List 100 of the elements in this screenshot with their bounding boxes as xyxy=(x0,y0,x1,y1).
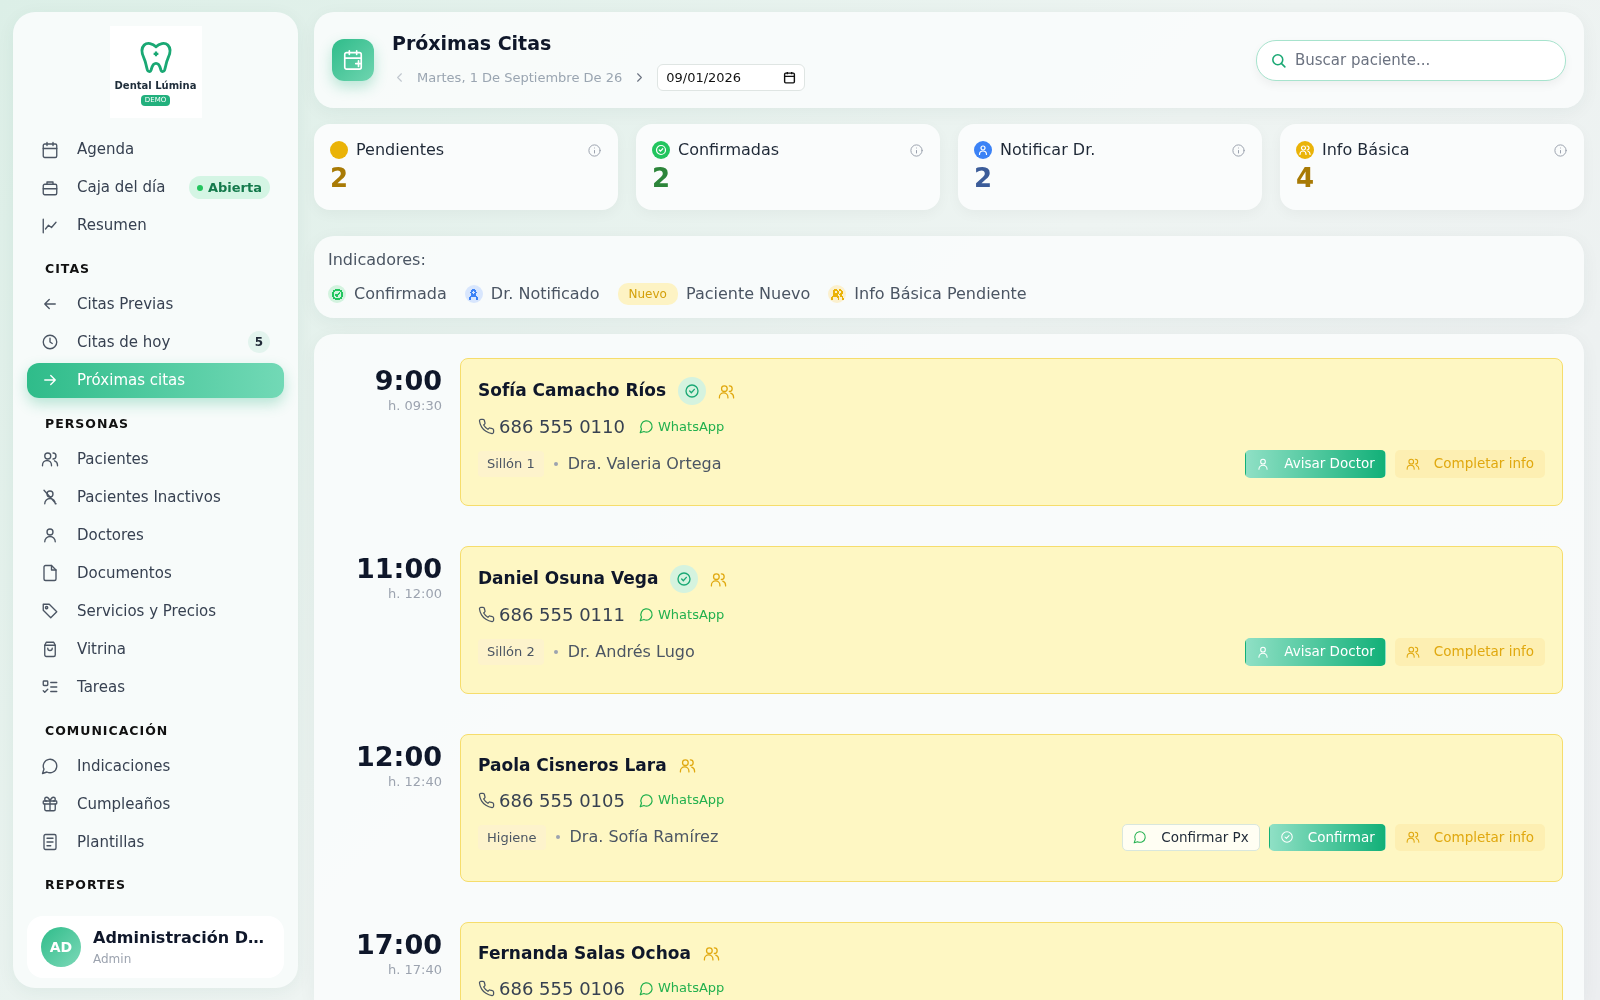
user-card[interactable]: AD Administración D… Admin xyxy=(27,916,284,978)
legend-label: Paciente Nuevo xyxy=(685,283,811,305)
users-icon xyxy=(1405,644,1420,659)
chat-bubble-icon xyxy=(1133,830,1148,845)
patient-name: Daniel Osuna Vega xyxy=(478,567,659,591)
chat-bubble-icon xyxy=(638,980,654,996)
stat-label: Pendientes xyxy=(356,139,445,161)
new-tag: Nuevo xyxy=(617,283,678,305)
sidebar-item[interactable]: Agenda xyxy=(27,132,284,167)
calendar-plus-icon xyxy=(332,39,374,81)
chair-tag: Sillón 2 xyxy=(478,639,544,665)
avatar: AD xyxy=(41,927,81,967)
clock-icon xyxy=(41,333,59,352)
phone-icon xyxy=(478,418,495,435)
end-time: h. 09:30 xyxy=(387,396,442,415)
sidebar-item[interactable]: Resumen xyxy=(27,208,284,243)
stat-label: Confirmadas xyxy=(678,139,780,161)
appointment-card[interactable]: Paola Cisneros Lara 686 555 0105 WhatsApp Higiene Dra. Sofía Ramírez Confirmar Px Confirmar Completar info xyxy=(460,734,1563,882)
phone-number: 686 555 0105 xyxy=(499,788,625,813)
sidebar-item[interactable]: Cumpleaños xyxy=(27,786,284,822)
section-heading: PERSONAS xyxy=(44,414,131,433)
stat-value: 2 xyxy=(974,164,994,193)
legend-label: Dr. Notificado xyxy=(490,283,600,305)
sidebar-item[interactable]: Vitrina xyxy=(27,631,284,667)
legend-label: Info Básica Pendiente xyxy=(854,283,1027,305)
chat-bubble-icon xyxy=(638,607,654,622)
user-name: Administración D… xyxy=(93,927,264,949)
legend-title: Indicadores: xyxy=(328,249,427,271)
phone-number: 686 555 0110 xyxy=(499,415,625,439)
sidebar-item[interactable]: Citas de hoy 5 xyxy=(27,324,284,360)
end-time: h. 17:40 xyxy=(387,960,442,979)
stat-value: 2 xyxy=(652,164,672,193)
appointment-time: 12:00 xyxy=(355,742,442,772)
sidebar-item[interactable]: Indicaciones xyxy=(27,748,284,784)
checklist-icon xyxy=(41,678,59,696)
sidebar-item[interactable]: Pacientes xyxy=(27,441,284,477)
sidebar-item[interactable]: Servicios y Precios xyxy=(27,593,284,629)
shopping-bag-icon xyxy=(41,640,59,658)
info-icon xyxy=(1231,142,1246,158)
file-icon xyxy=(41,564,59,582)
count-badge: 5 xyxy=(248,331,270,354)
stat-value: 4 xyxy=(1296,164,1316,193)
line-chart-icon xyxy=(41,216,59,235)
patient-name: Paola Cisneros Lara xyxy=(478,754,667,777)
info-icon xyxy=(587,142,602,158)
user-x-icon xyxy=(41,488,59,506)
sidebar-item[interactable]: Citas Previas xyxy=(27,286,284,322)
info-icon xyxy=(1553,142,1568,158)
stat-value: 2 xyxy=(330,164,350,193)
end-time: h. 12:40 xyxy=(387,772,442,791)
date-field[interactable]: 09/01/2026 xyxy=(657,63,806,91)
status-badge: Abierta xyxy=(188,175,270,200)
end-time: h. 12:00 xyxy=(387,584,442,603)
sidebar-item[interactable]: Documentos xyxy=(27,555,284,591)
page-title: Próximas Citas xyxy=(392,31,553,56)
message-button[interactable]: Confirmar Px xyxy=(1122,823,1260,852)
check-icon xyxy=(328,285,346,303)
stat-label: Info Básica xyxy=(1322,139,1410,161)
patient-name: Sofía Camacho Ríos xyxy=(478,379,667,403)
phone-icon xyxy=(478,606,495,623)
sidebar-item[interactable]: Caja del día Abierta xyxy=(27,170,284,205)
tag-icon xyxy=(41,602,59,620)
gift-icon xyxy=(41,794,59,813)
appointment-time: 17:00 xyxy=(355,930,442,960)
briefcase-icon xyxy=(41,178,59,197)
check-icon xyxy=(1279,830,1294,845)
calendar-icon[interactable] xyxy=(783,70,797,84)
users-icon xyxy=(41,450,59,468)
date-label: Martes, 1 De Septiembre De 26 xyxy=(417,68,623,87)
section-heading: CITAS xyxy=(44,260,92,278)
phone-number: 686 555 0111 xyxy=(499,603,625,627)
chair-tag: Sillón 1 xyxy=(478,451,544,477)
sidebar-item[interactable]: Doctores xyxy=(27,517,284,553)
stat-label: Notificar Dr. xyxy=(1000,139,1096,161)
section-heading: REPORTES xyxy=(44,876,128,895)
patient-name: Fernanda Salas Ochoa xyxy=(478,942,691,965)
section-heading: COMUNICACIÓN xyxy=(44,721,170,740)
chat-bubble-icon xyxy=(638,419,654,434)
phone-icon xyxy=(478,979,495,997)
appointment-time: 11:00 xyxy=(355,554,442,584)
search-field[interactable]: Buscar paciente... xyxy=(1256,39,1566,81)
sidebar-item[interactable]: Tareas xyxy=(27,669,284,705)
user-icon xyxy=(1256,644,1271,659)
user-role: Admin xyxy=(93,951,133,968)
doctor-name: Dr. Andrés Lugo xyxy=(567,640,695,663)
brand-name: Dental Lúmina xyxy=(114,79,197,94)
doctor-name: Dra. Sofía Ramírez xyxy=(569,826,719,849)
appointment-time: 9:00 xyxy=(373,366,442,396)
doctor-name: Dra. Valeria Ortega xyxy=(567,452,722,475)
user-icon xyxy=(41,526,59,544)
document-icon xyxy=(41,832,59,851)
legend-label: Confirmada xyxy=(354,283,447,305)
sidebar-item[interactable]: Pacientes Inactivos xyxy=(27,479,284,515)
users-icon xyxy=(828,285,847,303)
appointment-card[interactable]: Fernanda Salas Ochoa 686 555 0106 WhatsApp xyxy=(460,922,1563,1000)
users-icon xyxy=(1405,830,1420,845)
users-icon xyxy=(1405,456,1420,471)
info-icon xyxy=(909,142,924,158)
chat-bubble-icon xyxy=(41,756,59,775)
sidebar-item[interactable]: Plantillas xyxy=(27,824,284,860)
